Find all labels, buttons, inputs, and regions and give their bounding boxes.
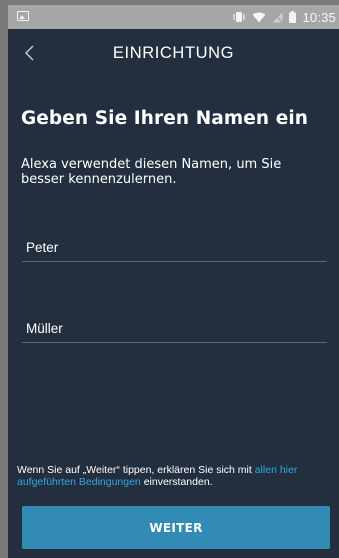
image-notification-icon: [17, 11, 29, 21]
first-name-input[interactable]: [22, 234, 327, 260]
vibrate-icon: [233, 12, 245, 22]
signal-off-icon: [272, 12, 283, 22]
weiter-button[interactable]: WEITER: [22, 506, 330, 549]
page-description: Alexa verwendet diesen Namen, um Sie bes…: [21, 157, 282, 187]
first-name-field: [22, 234, 327, 262]
status-bar: 10:35: [8, 5, 339, 29]
status-icons: 10:35: [232, 5, 336, 29]
last-name-input[interactable]: [22, 315, 327, 341]
status-time: 10:35: [302, 9, 336, 25]
wifi-icon: [252, 12, 266, 22]
page-header-title: EINRICHTUNG: [112, 44, 235, 62]
battery-icon: [289, 11, 297, 23]
terms-notice: Wenn Sie auf „Weiter“ tippen, erklären S…: [17, 464, 339, 488]
app-header: EINRICHTUNG: [8, 29, 339, 77]
terms-suffix: einverstanden.: [140, 476, 213, 488]
terms-prefix: Wenn Sie auf „Weiter“ tippen, erklären S…: [17, 464, 255, 476]
last-name-field: [22, 315, 327, 343]
page-title: Geben Sie Ihren Namen ein: [21, 108, 309, 129]
app-screen: 10:35 EINRICHTUNG Geben Sie Ihren Namen …: [8, 5, 339, 558]
